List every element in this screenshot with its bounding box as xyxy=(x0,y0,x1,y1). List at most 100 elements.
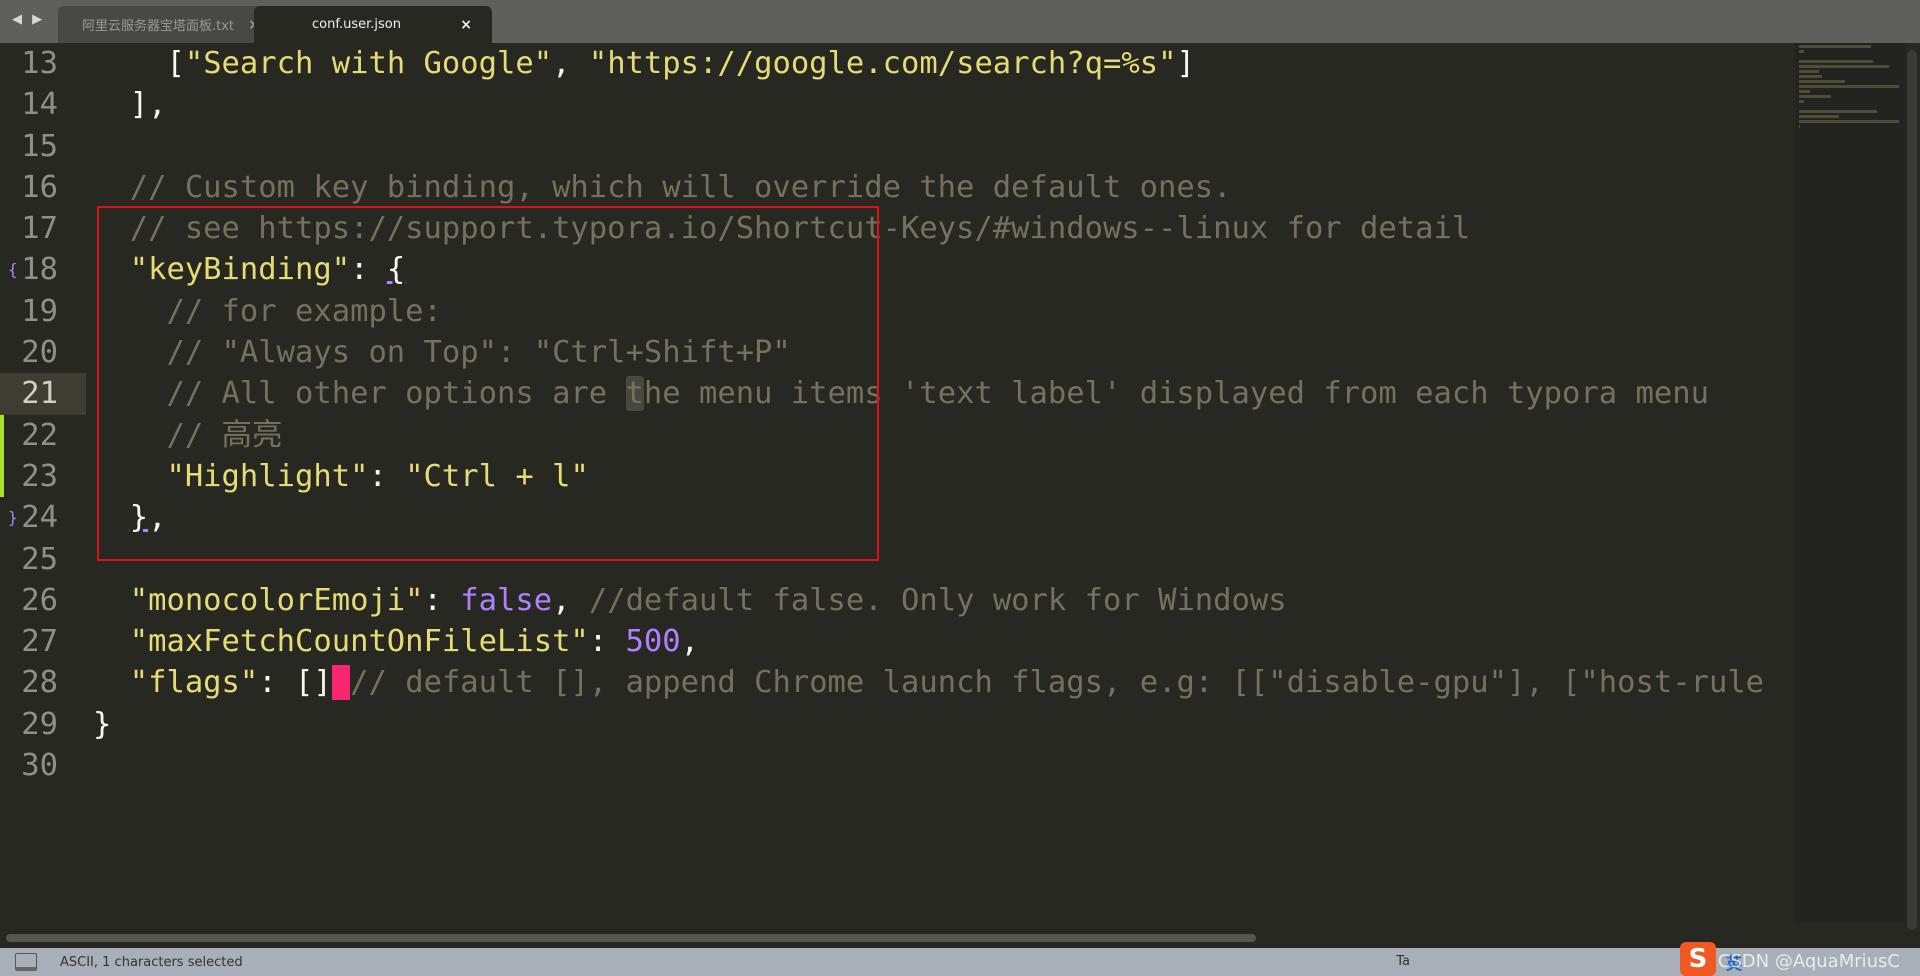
tab-label: conf.user.json xyxy=(312,17,401,32)
line-number-text: 23 xyxy=(21,458,58,494)
minimap-line xyxy=(1799,90,1810,93)
modified-line-marker xyxy=(0,414,4,456)
code-line[interactable]: "monocolorEmoji": false, //default false… xyxy=(93,580,1764,621)
string-token: "https://google.com/search?q=%s" xyxy=(588,46,1177,81)
minimap-line xyxy=(1799,115,1839,118)
line-number-text: 16 xyxy=(21,169,58,205)
constant-token: false xyxy=(460,582,553,618)
status-text: ASCII, 1 characters selected xyxy=(60,954,243,970)
minimap-line xyxy=(1799,125,1801,128)
line-number: {18 xyxy=(0,249,86,290)
minimap-line xyxy=(1799,80,1845,83)
line-number-text: 15 xyxy=(21,128,58,164)
punctuation-token: , xyxy=(552,582,589,618)
comment-token: // default [], append Chrome launch flag… xyxy=(350,665,1765,701)
line-number-text: 20 xyxy=(21,335,58,371)
tab-nav-arrows-icon[interactable]: ◀ ▶ xyxy=(12,12,45,27)
line-number: 26 xyxy=(0,580,86,621)
comment-token: //default false. Only work for Windows xyxy=(588,582,1287,618)
line-number: 28 xyxy=(0,662,86,703)
line-number-text: 25 xyxy=(21,541,58,577)
tab-bar: ◀ ▶ 阿里云服务器宝塔面板.txt × conf.user.json × xyxy=(0,0,1920,43)
vertical-scrollbar[interactable] xyxy=(1907,50,1917,930)
punctuation-token xyxy=(93,46,166,81)
line-number-text: 24 xyxy=(21,500,58,536)
line-number-text: 26 xyxy=(21,582,58,618)
code-line[interactable] xyxy=(93,745,1764,786)
code-line[interactable]: "maxFetchCountOnFileList": 500, xyxy=(93,621,1764,662)
line-number-text: 13 xyxy=(21,46,58,81)
highlight-annotation-box xyxy=(97,206,879,561)
tab-size-indicator[interactable]: Ta xyxy=(1396,954,1410,969)
punctuation-token: , xyxy=(680,624,700,660)
minimap[interactable] xyxy=(1795,43,1905,923)
punctuation-token: ], xyxy=(93,87,167,123)
punctuation-token: , xyxy=(552,46,589,81)
close-icon[interactable]: × xyxy=(460,17,472,33)
code-line[interactable]: } xyxy=(93,704,1764,745)
minimap-line xyxy=(1799,95,1832,98)
line-number: 15 xyxy=(0,126,86,167)
line-number: 13 xyxy=(0,43,86,84)
punctuation-token xyxy=(93,665,130,700)
string-token: "monocolorEmoji" xyxy=(129,582,424,618)
line-number-text: 19 xyxy=(21,293,58,329)
punctuation-token xyxy=(93,583,130,618)
line-number: 22 xyxy=(0,414,86,456)
punctuation-token: [ xyxy=(166,46,185,81)
modified-line-marker xyxy=(0,455,4,498)
punctuation-token xyxy=(93,170,130,205)
line-number-text: 29 xyxy=(21,706,58,742)
line-number: 29 xyxy=(0,704,86,745)
line-number: 17 xyxy=(0,208,86,249)
status-bar: ASCII, 1 characters selected Ta S 英 CSDN… xyxy=(0,942,1920,976)
line-number: 25 xyxy=(0,539,86,580)
line-number: 16 xyxy=(0,167,86,208)
minimap-line xyxy=(1799,50,1804,53)
horizontal-scrollbar[interactable] xyxy=(6,934,1256,942)
watermark: CSDN @AquaMriusC xyxy=(1717,951,1900,972)
line-number: 20 xyxy=(0,332,86,373)
line-number: 27 xyxy=(0,621,86,662)
line-number: } 24 xyxy=(0,497,86,538)
tab-aliyun-txt[interactable]: 阿里云服务器宝塔面板.txt × xyxy=(58,6,280,43)
minimap-line xyxy=(1799,45,1871,48)
minimap-line xyxy=(1799,65,1889,68)
line-number-gutter: 13 14 15 16 17{18 19 20 21 22 23} 24 25 26 27 28 29 30 xyxy=(0,43,86,786)
tab-conf-user-json[interactable]: conf.user.json × xyxy=(254,6,492,43)
sogou-ime-logo-icon[interactable]: S xyxy=(1680,942,1716,976)
code-line[interactable]: "flags": [] // default [], append Chrome… xyxy=(93,662,1764,703)
ime-toolbar: S 英 CSDN @AquaMriusC xyxy=(1680,942,1920,976)
line-number-text: 22 xyxy=(21,417,58,453)
line-number-text: 21 xyxy=(21,376,58,412)
code-line[interactable]: ], xyxy=(93,84,1764,125)
line-number: 23 xyxy=(0,455,86,498)
punctuation-token: : xyxy=(588,624,626,660)
string-token: "flags" xyxy=(129,665,259,701)
code-line[interactable] xyxy=(93,126,1764,167)
minimap-line xyxy=(1799,60,1874,63)
minimap-line xyxy=(1799,70,1820,73)
tab-label: 阿里云服务器宝塔面板.txt xyxy=(82,19,235,34)
console-panel-icon[interactable] xyxy=(15,953,37,971)
line-number-text: 27 xyxy=(21,624,58,660)
code-line[interactable]: // Custom key binding, which will overri… xyxy=(93,167,1764,208)
line-number-text: 30 xyxy=(21,748,58,784)
minimap-line xyxy=(1799,75,1822,78)
line-number-text: 28 xyxy=(21,665,58,701)
minimap-line xyxy=(1799,100,1804,103)
constant-token: 500 xyxy=(625,624,681,660)
string-token: "Search with Google" xyxy=(184,46,553,81)
punctuation-token: } xyxy=(93,706,112,742)
code-line[interactable]: ["Search with Google", "https://google.c… xyxy=(93,43,1764,84)
comment-token: // Custom key binding, which will overri… xyxy=(129,169,1232,205)
punctuation-token: : xyxy=(258,665,296,701)
punctuation-token: [] xyxy=(295,665,332,701)
line-number-text: 14 xyxy=(21,87,58,123)
punctuation-token: : xyxy=(423,582,461,618)
punctuation-token xyxy=(93,624,130,659)
string-token: "maxFetchCountOnFileList" xyxy=(129,624,589,660)
line-number: 14 xyxy=(0,84,86,125)
line-number-text: 17 xyxy=(21,211,58,247)
minimap-line xyxy=(1799,120,1899,123)
